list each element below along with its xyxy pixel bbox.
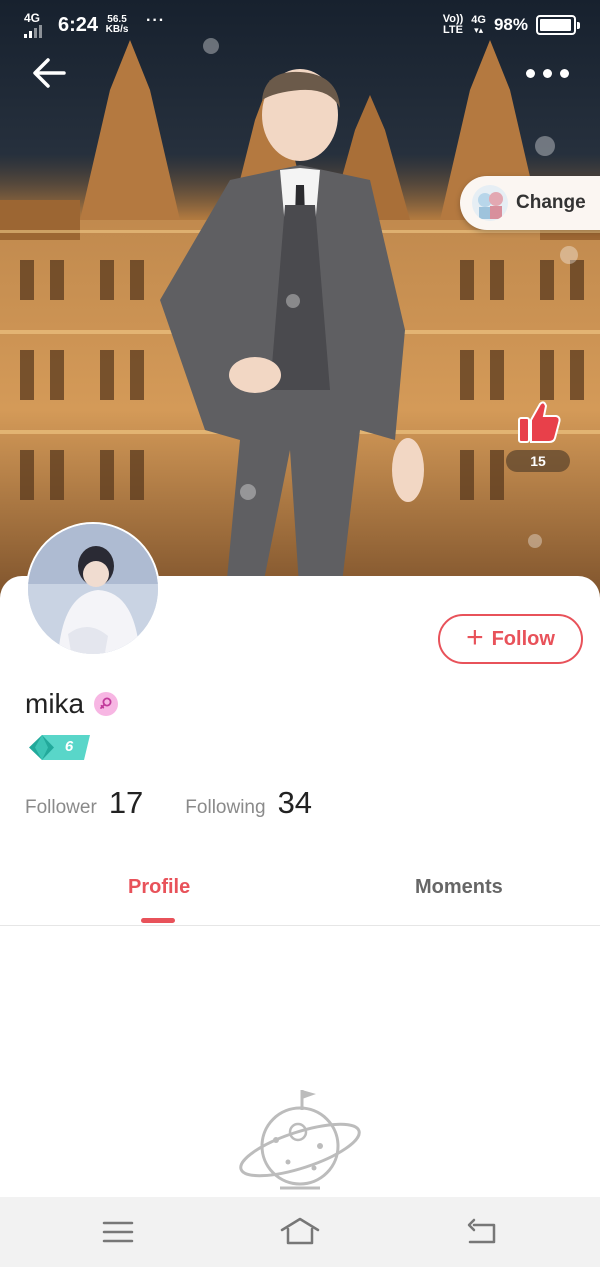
more-dots-icon [559, 68, 569, 78]
bokeh-light [286, 294, 300, 308]
tab-profile[interactable]: Profile [128, 876, 190, 899]
avatar[interactable] [26, 522, 160, 656]
planet-flag-icon [239, 1090, 361, 1190]
battery-percent: 98% [493, 15, 528, 34]
system-nav-bar [0, 1197, 600, 1267]
change-character-button[interactable]: Change [460, 176, 600, 230]
character-thumbnail-icon [472, 185, 508, 221]
plus-icon: + [466, 620, 484, 654]
bokeh-light [535, 136, 555, 156]
volte-indicator: Vo)) LTE [443, 14, 464, 36]
bokeh-light [528, 534, 542, 548]
empty-planet-illustration [236, 1088, 364, 1198]
follow-button[interactable]: + Follow [438, 614, 583, 664]
follow-label: Follow [491, 627, 555, 650]
thumbs-up-icon [518, 401, 561, 443]
signal-icon: 4G [24, 12, 46, 38]
back-button[interactable] [28, 52, 70, 94]
home-button[interactable] [278, 1215, 322, 1249]
following-label[interactable]: Following [185, 797, 265, 819]
username: mika [25, 688, 85, 719]
network-type: 4G [24, 11, 41, 25]
like-count: 15 [506, 450, 570, 472]
tab-moments[interactable]: Moments [415, 876, 503, 899]
female-symbol-icon [94, 692, 119, 716]
home-icon [280, 1217, 320, 1245]
system-back-button[interactable] [462, 1215, 502, 1249]
palace-background [0, 40, 600, 600]
character-banner: 4G 6:24 56.5 KB/s ··· Vo)) LTE 4G ▾▴ 98% [0, 0, 600, 600]
bokeh-light [560, 246, 578, 264]
lte-label: LTE [443, 24, 463, 36]
level-number: 6 [64, 738, 74, 755]
active-tab-indicator [141, 918, 175, 923]
arrow-left-icon [33, 58, 66, 88]
clock: 6:24 [58, 13, 99, 36]
status-bar: 4G 6:24 56.5 KB/s ··· Vo)) LTE 4G ▾▴ 98% [0, 0, 600, 52]
net-speed-unit: KB/s [105, 24, 129, 35]
profile-tabs: Profile Moments [0, 860, 600, 926]
change-label: Change [516, 192, 586, 213]
level-badge: 6 [28, 734, 92, 761]
battery-icon [536, 15, 580, 35]
data-indicator-icon: 4G ▾▴ [471, 14, 486, 35]
follow-stats: Follower 17 Following 34 [25, 785, 312, 821]
more-options-button[interactable] [522, 62, 572, 84]
more-dots-icon [542, 68, 552, 78]
menu-icon [102, 1221, 134, 1243]
bokeh-light [240, 484, 256, 500]
return-icon [467, 1218, 496, 1244]
follower-count[interactable]: 17 [109, 785, 143, 821]
following-count[interactable]: 34 [278, 785, 312, 821]
net-speed: 56.5 KB/s [104, 15, 130, 35]
notification-overflow: ··· [146, 12, 166, 29]
avatar-photo [28, 524, 158, 654]
more-dots-icon [525, 68, 535, 78]
menu-button[interactable] [98, 1215, 138, 1249]
like-button[interactable] [514, 398, 564, 446]
follower-label[interactable]: Follower [25, 797, 97, 819]
username-row: mika [25, 688, 119, 720]
